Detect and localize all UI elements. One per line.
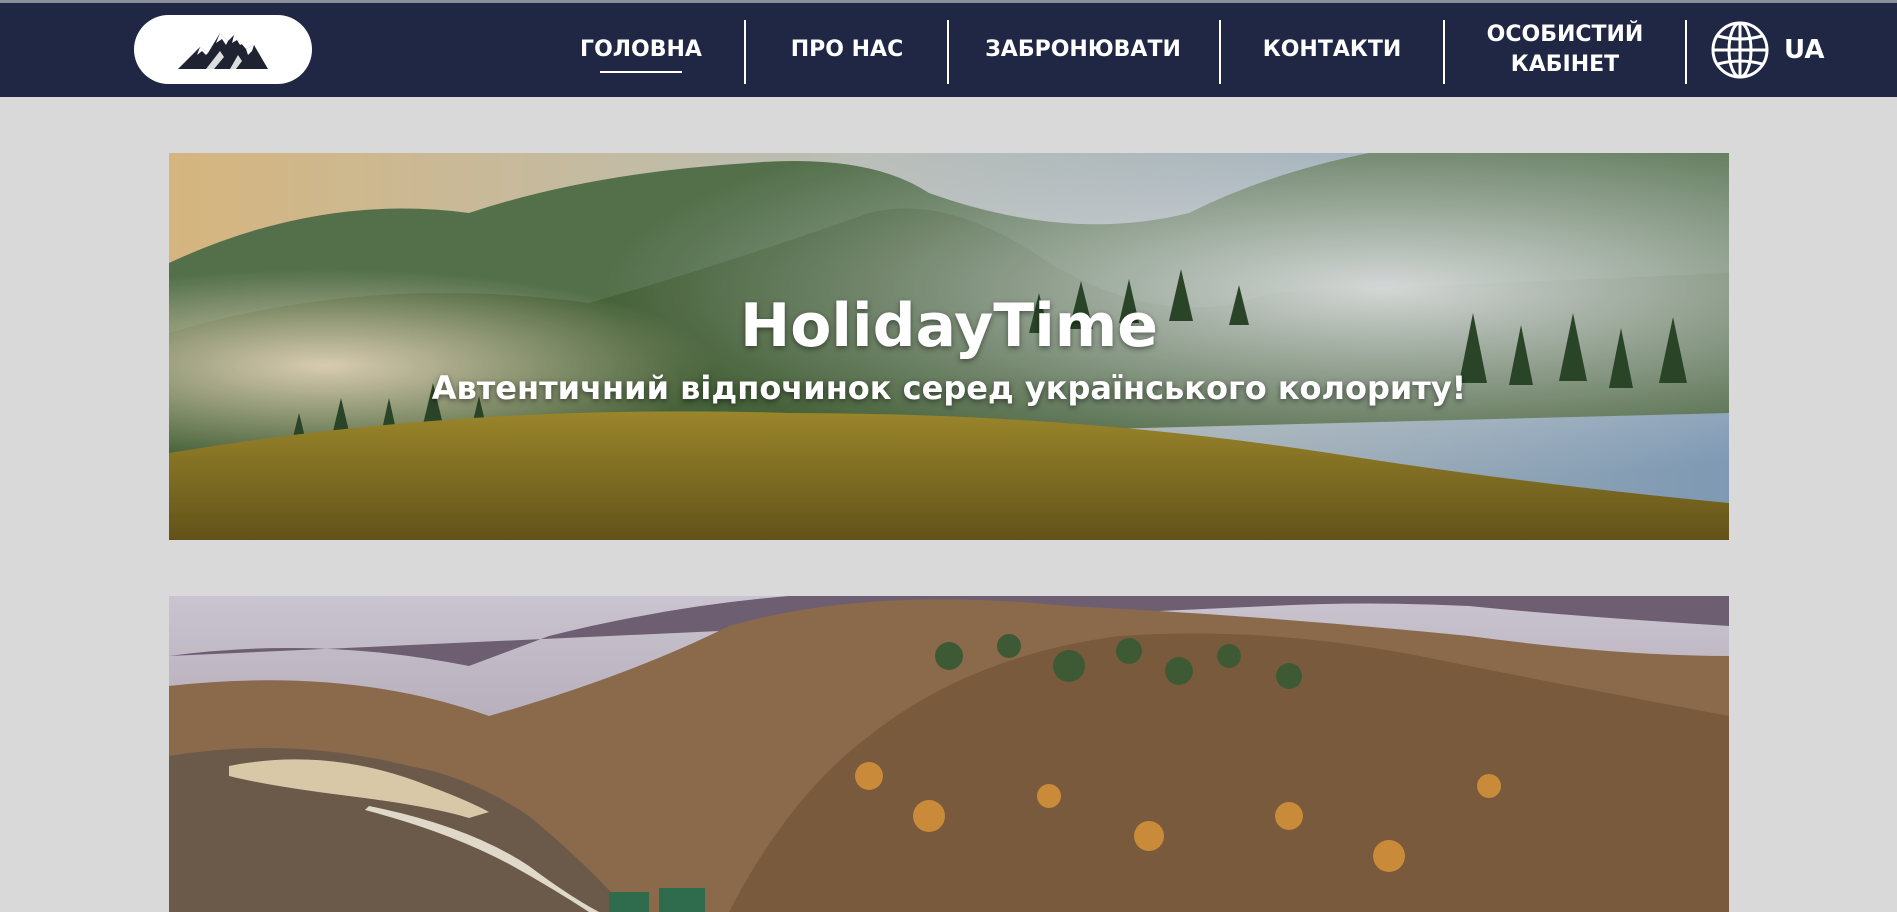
logo-link[interactable] <box>134 15 312 84</box>
nav-account-label-line1: ОСОБИСТИЙ <box>1486 22 1644 47</box>
globe-icon <box>1711 21 1769 79</box>
nav-contacts-label: КОНТАКТИ <box>1262 37 1402 62</box>
nav-home[interactable]: ГОЛОВНА <box>580 3 702 97</box>
nav-book[interactable]: ЗАБРОНЮВАТИ <box>985 3 1181 97</box>
language-label: UA <box>1784 35 1825 65</box>
nav-about[interactable]: ПРО НАС <box>786 3 908 97</box>
nav-book-label: ЗАБРОНЮВАТИ <box>985 37 1181 62</box>
hero-title: HolidayTime <box>740 291 1158 361</box>
nav-divider <box>1219 20 1221 84</box>
autumn-hills-banner <box>169 596 1729 912</box>
autumn-hills-photo <box>169 596 1729 912</box>
nav-divider <box>947 20 949 84</box>
mountain-logo-icon <box>178 32 268 69</box>
navbar: ГОЛОВНА ПРО НАС ЗАБРОНЮВАТИ КОНТАКТИ ОСО… <box>0 3 1897 97</box>
hero-subtitle: Автентичний відпочинок серед українськог… <box>431 369 1467 407</box>
nav-account[interactable]: ОСОБИСТИЙ КАБІНЕТ <box>1480 3 1650 97</box>
nav-about-label: ПРО НАС <box>790 37 904 62</box>
language-switcher[interactable]: UA <box>1710 3 1824 97</box>
nav-home-label: ГОЛОВНА <box>580 35 702 73</box>
hero-banner: HolidayTime Автентичний відпочинок серед… <box>169 153 1729 540</box>
nav-divider <box>744 20 746 84</box>
nav-divider <box>1443 20 1445 84</box>
nav-divider <box>1685 20 1687 84</box>
nav-account-label-line2: КАБІНЕТ <box>1510 52 1620 77</box>
nav-contacts[interactable]: КОНТАКТИ <box>1260 3 1404 97</box>
